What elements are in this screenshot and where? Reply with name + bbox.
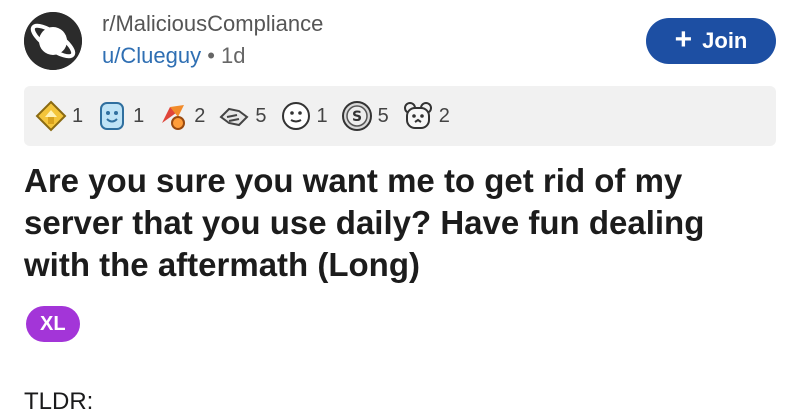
award-count: 1: [72, 104, 84, 127]
author-line: u/Clueguy • 1d: [102, 42, 323, 70]
award-count: 1: [133, 104, 145, 127]
silver-coin-award-icon: S: [341, 101, 372, 131]
award-item[interactable]: 2: [156, 99, 205, 133]
post-header: r/MaliciousCompliance u/Clueguy • 1d + J…: [24, 4, 776, 84]
award-item[interactable]: 1: [279, 99, 328, 133]
post-title[interactable]: Are you sure you want me to get rid of m…: [24, 160, 776, 286]
handshake-award-icon: [219, 107, 249, 127]
wholesome-award-icon: [100, 102, 125, 130]
rocket-like-award-icon: [162, 105, 186, 130]
award-count: 5: [377, 104, 389, 127]
award-item[interactable]: 1: [95, 99, 144, 133]
award-count: 2: [194, 104, 206, 127]
post-meta: r/MaliciousCompliance u/Clueguy • 1d: [102, 10, 323, 70]
helpful-award-icon: [35, 100, 67, 132]
award-count: 5: [255, 104, 267, 127]
post-age: 1d: [221, 43, 246, 68]
join-button[interactable]: + Join: [646, 18, 776, 64]
separator-dot: •: [207, 43, 215, 68]
subreddit-name[interactable]: r/MaliciousCompliance: [102, 10, 323, 38]
award-item[interactable]: 1: [34, 99, 83, 133]
author-link[interactable]: u/Clueguy: [102, 43, 201, 68]
plus-icon: +: [674, 22, 693, 56]
subreddit-avatar[interactable]: [24, 12, 82, 70]
face-award-icon: [281, 102, 310, 130]
post-body-start: TLDR:: [24, 388, 94, 415]
svg-text:S: S: [352, 109, 362, 125]
post-flair[interactable]: XL: [26, 306, 80, 342]
award-item[interactable]: 2: [401, 99, 450, 133]
award-count: 2: [438, 104, 450, 127]
award-item[interactable]: 5: [217, 99, 267, 133]
bear-award-icon: [403, 102, 432, 129]
award-item[interactable]: S 5: [340, 99, 389, 133]
awards-bar[interactable]: 1 1 2 5 1 S 5 2: [24, 86, 776, 146]
planet-icon: [24, 12, 82, 70]
award-count: 1: [316, 104, 328, 127]
join-button-label: Join: [702, 28, 748, 53]
